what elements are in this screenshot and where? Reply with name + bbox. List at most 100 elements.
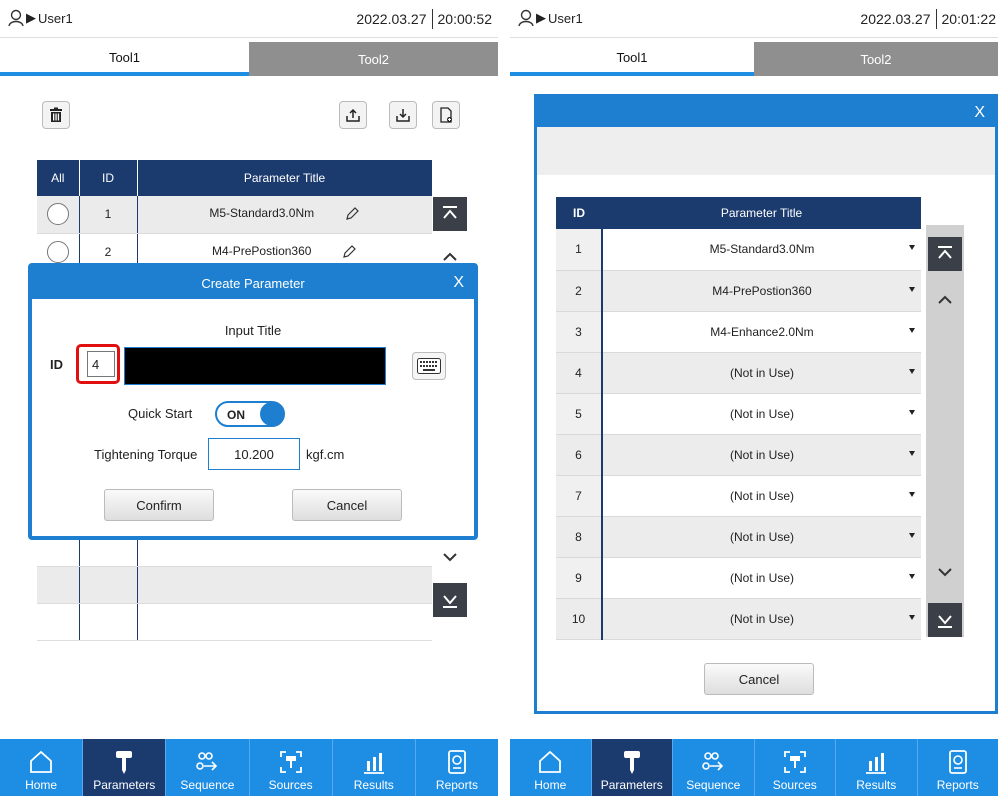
quick-start-label: Quick Start bbox=[128, 406, 193, 421]
home-icon bbox=[30, 750, 52, 773]
user-icon bbox=[8, 9, 24, 27]
nav-parameters[interactable]: Parameters bbox=[83, 739, 167, 796]
chevron-down-icon bbox=[938, 568, 952, 577]
tab-tool2[interactable]: Tool2 bbox=[249, 42, 498, 76]
title-input[interactable] bbox=[124, 347, 386, 385]
bottom-nav: Home Parameters Sequence Sources Results… bbox=[0, 739, 498, 796]
header-all[interactable]: All bbox=[37, 160, 80, 196]
row-title: M5-Standard3.0Nm bbox=[209, 206, 315, 221]
nav-sequence[interactable]: Sequence bbox=[166, 739, 250, 796]
header-spacer bbox=[432, 160, 470, 196]
title-select[interactable]: (Not in Use) bbox=[602, 434, 921, 476]
header-title: Parameter Title bbox=[602, 197, 921, 229]
cancel-button[interactable]: Cancel bbox=[292, 489, 402, 521]
title-select[interactable]: (Not in Use) bbox=[602, 475, 921, 517]
tab-tool1[interactable]: Tool1 bbox=[510, 42, 754, 76]
confirm-button[interactable]: Confirm bbox=[104, 489, 214, 521]
table-row[interactable]: 9 (Not in Use) bbox=[556, 557, 921, 599]
table-row[interactable]: 5 (Not in Use) bbox=[556, 393, 921, 435]
table-row[interactable]: 1 M5-Standard3.0Nm bbox=[37, 196, 470, 234]
table-row[interactable]: 2 M4-PrePostion360 bbox=[556, 270, 921, 312]
close-button[interactable]: X bbox=[974, 104, 985, 122]
scroll-down-button[interactable] bbox=[433, 540, 467, 574]
nav-home[interactable]: Home bbox=[510, 739, 592, 796]
dropdown-caret-icon bbox=[909, 286, 915, 292]
nav-label: Sequence bbox=[686, 778, 741, 792]
row-select[interactable] bbox=[37, 196, 79, 234]
tab-tool2[interactable]: Tool2 bbox=[754, 42, 998, 76]
close-button[interactable]: X bbox=[453, 274, 464, 292]
row-id: 2 bbox=[556, 270, 603, 312]
table-row[interactable]: 6 (Not in Use) bbox=[556, 434, 921, 476]
upload-button[interactable] bbox=[339, 101, 367, 129]
cancel-button[interactable]: Cancel bbox=[704, 663, 814, 695]
id-input[interactable]: 4 bbox=[87, 351, 115, 377]
row-title: M4-Enhance2.0Nm bbox=[710, 324, 814, 339]
nav-reports[interactable]: Reports bbox=[416, 739, 498, 796]
nav-home[interactable]: Home bbox=[0, 739, 84, 796]
status-bar: ▶ User1 2022.03.27 20:01:22 bbox=[510, 0, 998, 38]
left-screen: ▶ User1 2022.03.27 20:00:52 Tool1 Tool2 … bbox=[0, 0, 498, 796]
sequence-icon bbox=[196, 752, 218, 771]
title-select[interactable]: M4-Enhance2.0Nm bbox=[602, 311, 921, 353]
title-select[interactable]: (Not in Use) bbox=[602, 598, 921, 640]
double-down-icon bbox=[443, 595, 457, 608]
nav-results[interactable]: Results bbox=[333, 739, 416, 796]
scroll-down-button[interactable] bbox=[928, 555, 962, 589]
row-title: (Not in Use) bbox=[729, 406, 794, 421]
play-arrow-icon: ▶ bbox=[536, 10, 546, 25]
table-row[interactable]: 3 M4-Enhance2.0Nm bbox=[556, 311, 921, 353]
reports-icon bbox=[448, 750, 466, 774]
nav-label: Results bbox=[353, 778, 394, 792]
double-up-icon bbox=[443, 206, 457, 219]
input-title-label: Input Title bbox=[224, 323, 282, 338]
user-icon bbox=[518, 9, 534, 27]
nav-reports[interactable]: Reports bbox=[918, 739, 998, 796]
user-indicator[interactable]: ▶ User1 bbox=[518, 9, 583, 27]
quick-start-toggle[interactable]: ON bbox=[215, 401, 285, 427]
nav-sources[interactable]: Sources bbox=[755, 739, 836, 796]
dropdown-caret-icon bbox=[909, 532, 915, 538]
scroll-up-button[interactable] bbox=[928, 283, 962, 317]
title-select[interactable]: (Not in Use) bbox=[602, 516, 921, 558]
table-row[interactable]: 8 (Not in Use) bbox=[556, 516, 921, 558]
table-row[interactable]: 1 M5-Standard3.0Nm bbox=[556, 229, 921, 271]
torque-unit: kgf.cm bbox=[306, 447, 345, 462]
user-indicator[interactable]: ▶ User1 bbox=[8, 9, 73, 27]
new-parameter-button[interactable] bbox=[432, 101, 460, 129]
row-title: (Not in Use) bbox=[729, 365, 794, 380]
keyboard-button[interactable] bbox=[412, 352, 446, 380]
row-id: 10 bbox=[556, 598, 603, 640]
nav-sequence[interactable]: Sequence bbox=[673, 739, 755, 796]
table-row[interactable]: 10 (Not in Use) bbox=[556, 598, 921, 640]
nav-sources[interactable]: Sources bbox=[250, 739, 333, 796]
torque-input[interactable]: 10.200 bbox=[208, 438, 300, 470]
nav-results[interactable]: Results bbox=[836, 739, 918, 796]
title-select[interactable]: (Not in Use) bbox=[602, 393, 921, 435]
table-row[interactable]: 7 (Not in Use) bbox=[556, 475, 921, 517]
title-select[interactable]: M4-PrePostion360 bbox=[602, 270, 921, 312]
tab-tool1[interactable]: Tool1 bbox=[0, 42, 249, 76]
title-select[interactable]: M5-Standard3.0Nm bbox=[602, 229, 921, 271]
scroll-bottom-button[interactable] bbox=[928, 603, 962, 637]
title-select[interactable]: (Not in Use) bbox=[602, 557, 921, 599]
scroll-bottom-button[interactable] bbox=[433, 583, 467, 617]
results-icon bbox=[363, 753, 384, 774]
scroll-top-button[interactable] bbox=[433, 197, 467, 231]
title-select[interactable]: (Not in Use) bbox=[602, 352, 921, 394]
toggle-knob bbox=[260, 402, 284, 426]
nav-parameters[interactable]: Parameters bbox=[591, 739, 673, 796]
row-title-cell: M5-Standard3.0Nm bbox=[136, 196, 432, 234]
nav-label: Sources bbox=[268, 778, 313, 792]
download-button[interactable] bbox=[389, 101, 417, 129]
radio-button[interactable] bbox=[46, 203, 69, 226]
upload-icon bbox=[346, 108, 360, 122]
dialog-header-band bbox=[537, 127, 995, 175]
scroll-top-button[interactable] bbox=[928, 237, 962, 271]
create-parameter-dialog: Create Parameter X Input Title ID 4 Quic… bbox=[28, 263, 478, 540]
delete-button[interactable] bbox=[42, 101, 70, 129]
edit-icon[interactable] bbox=[344, 206, 360, 222]
nav-label: Results bbox=[856, 778, 897, 792]
datetime: 2022.03.27 20:00:52 bbox=[356, 9, 492, 29]
table-row[interactable]: 4 (Not in Use) bbox=[556, 352, 921, 394]
